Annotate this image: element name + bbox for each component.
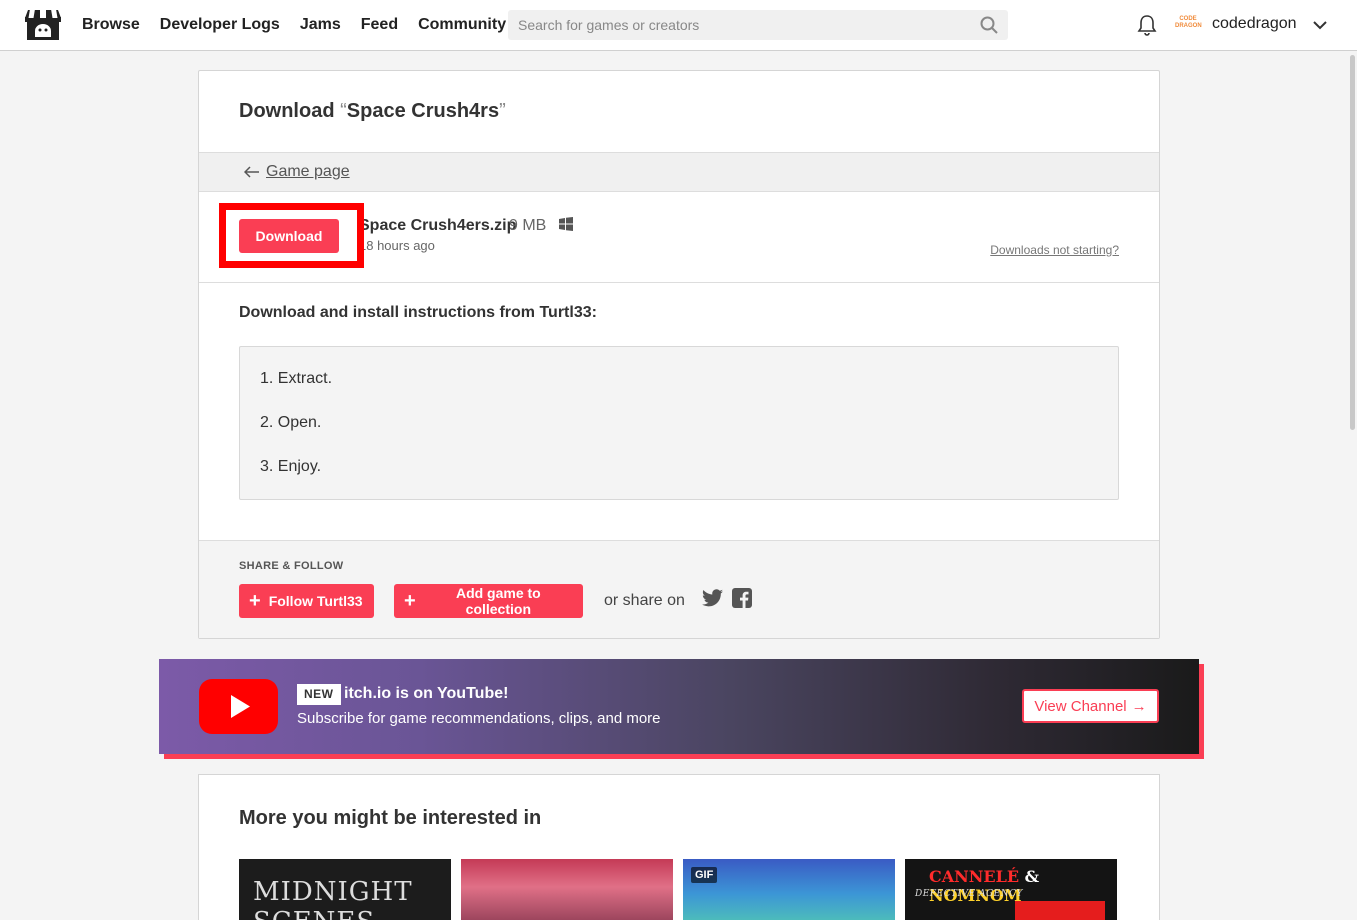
game-page-link[interactable]: Game page [244, 163, 350, 181]
youtube-banner[interactable]: NEW itch.io is on YouTube! Subscribe for… [159, 659, 1199, 754]
instruction-item: 2. Open. [260, 414, 322, 431]
file-date: 18 hours ago [359, 238, 435, 253]
game-thumbnail[interactable]: MIDNIGHT SCENES [239, 859, 451, 920]
new-badge: NEW [297, 684, 341, 705]
game-thumbnail[interactable]: CANNELÉ & NOMNOM DEFECTIVE AGENCY [905, 859, 1117, 920]
collection-label: Add game to collection [455, 585, 541, 617]
download-panel: Download “Space Crush4rs” Game page Spac… [198, 70, 1160, 639]
thumbnail-title-part: CANNELÉ [929, 867, 1020, 886]
nav-jams[interactable]: Jams [300, 16, 341, 34]
search-icon[interactable] [980, 16, 998, 34]
game-name: Space Crush4rs [346, 100, 500, 122]
plus-icon: + [404, 590, 416, 612]
page-title: Download “Space Crush4rs” [239, 100, 506, 123]
plus-icon: + [249, 590, 261, 612]
top-header: Browse Developer Logs Jams Feed Communit… [0, 0, 1357, 51]
youtube-play-icon [199, 679, 278, 734]
search-input[interactable] [508, 10, 1008, 40]
thumbnail-art [1015, 901, 1105, 920]
recommendations-title: More you might be interested in [239, 807, 542, 829]
instructions-title: Download and install instructions from T… [239, 304, 597, 321]
nav-browse[interactable]: Browse [82, 16, 140, 34]
thumbnail-title: MIDNIGHT SCENES [253, 877, 413, 920]
thumbnail-title-part: & [1024, 867, 1040, 886]
view-channel-button[interactable]: View Channel → [1022, 689, 1159, 723]
username[interactable]: codedragon [1212, 15, 1297, 33]
arrow-left-icon [244, 166, 259, 178]
title-prefix: Download [239, 100, 335, 122]
scrollbar[interactable] [1350, 55, 1355, 430]
instruction-item: 3. Enjoy. [260, 458, 322, 475]
gif-badge: GIF [691, 867, 718, 883]
nav-feed[interactable]: Feed [361, 16, 398, 34]
file-name: Space Crush4ers.zip [359, 217, 517, 234]
nav-developer-logs[interactable]: Developer Logs [160, 16, 280, 34]
thumbnail-subtitle: DEFECTIVE AGENCY [915, 889, 1023, 899]
arrow-right-icon: → [1131, 697, 1147, 715]
facebook-icon[interactable] [732, 588, 752, 608]
follow-label: Follow Turtl33 [268, 593, 363, 609]
view-channel-label: View Channel [1034, 697, 1127, 715]
follow-button[interactable]: + Follow Turtl33 [239, 584, 374, 618]
or-share-label: or share on [604, 592, 685, 609]
game-thumbnail[interactable] [461, 859, 673, 920]
recommendations-panel: More you might be interested in MIDNIGHT… [198, 774, 1160, 920]
upload-row: Space Crush4ers.zip 9 MB 18 hours ago Do… [199, 192, 1159, 283]
title-close-quote: ” [499, 100, 506, 122]
bell-icon[interactable] [1137, 14, 1157, 36]
banner-subtitle: Subscribe for game recommendations, clip… [297, 710, 661, 727]
downloads-not-starting-link[interactable]: Downloads not starting? [990, 243, 1119, 257]
instructions-box: 1. Extract. 2. Open. 3. Enjoy. [239, 346, 1119, 500]
share-label: SHARE & FOLLOW [239, 560, 344, 572]
search-box [508, 10, 1008, 40]
chevron-down-icon[interactable] [1312, 17, 1328, 33]
main-nav: Browse Developer Logs Jams Feed Communit… [82, 0, 506, 50]
add-to-collection-button[interactable]: + Add game to collection [394, 584, 583, 618]
nav-community[interactable]: Community [418, 16, 506, 34]
avatar[interactable]: CODE DRAGON [1175, 13, 1202, 37]
itchio-logo-icon[interactable] [24, 7, 62, 43]
banner-title: itch.io is on YouTube! [344, 685, 509, 702]
back-bar: Game page [199, 152, 1159, 192]
twitter-icon[interactable] [702, 589, 723, 607]
windows-icon [559, 217, 573, 231]
game-thumbnail[interactable]: GIF [683, 859, 895, 920]
instruction-item: 1. Extract. [260, 370, 333, 387]
game-page-label: Game page [266, 163, 350, 180]
file-size: 9 MB [509, 217, 547, 234]
thumbnail-title: CANNELÉ & NOMNOM [929, 867, 1117, 905]
share-follow-area: SHARE & FOLLOW + Follow Turtl33 + Add ga… [199, 540, 1159, 638]
title-open-quote: “ [340, 100, 347, 122]
download-button[interactable]: Download [239, 219, 339, 253]
